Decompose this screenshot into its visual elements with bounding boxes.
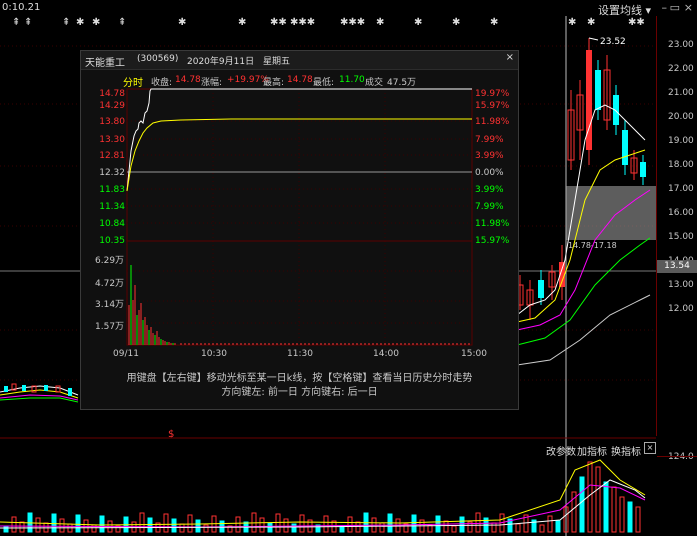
- svg-text:✱: ✱: [238, 17, 246, 28]
- params-button[interactable]: 改参数: [546, 443, 576, 458]
- price-axis-label: 15.00: [668, 232, 694, 242]
- volume-axis-tick: [657, 456, 697, 458]
- peak-label: 23.52: [600, 37, 626, 47]
- add-indicator-button[interactable]: 加指标: [577, 443, 607, 458]
- svg-text:✱: ✱: [587, 17, 595, 28]
- svg-text:✱: ✱: [490, 17, 498, 28]
- svg-text:✱: ✱: [76, 17, 84, 28]
- svg-text:✱: ✱: [452, 17, 460, 28]
- peak-pointer: [588, 37, 599, 41]
- event-markers: ⇞ ⇞ ⇞ ✱ ✱ ⇞ ✱ ✱ ✱✱ ✱✱✱ ✱✱✱ ✱ ✱ ✱ ✱ ✱ ✱ ✱✱: [12, 17, 645, 28]
- price-axis-label: 21.00: [668, 88, 694, 98]
- svg-text:⇞: ⇞: [24, 17, 32, 28]
- svg-text:⇞: ⇞: [12, 17, 20, 28]
- price-axis-label: 17.00: [668, 184, 694, 194]
- hint-line-2: 方向键左: 前一日 方向键右: 后一日: [221, 387, 378, 398]
- change-indicator-button[interactable]: 换指标: [611, 443, 641, 458]
- svg-text:✱: ✱: [568, 17, 576, 28]
- candles: [516, 38, 646, 320]
- price-axis: [656, 16, 697, 436]
- price-axis-label: 12.00: [668, 304, 694, 314]
- price-axis-label: 18.00: [668, 160, 694, 170]
- svg-text:✱✱✱: ✱✱✱: [340, 17, 365, 28]
- price-axis-label: 20.00: [668, 112, 694, 122]
- svg-text:✱: ✱: [178, 17, 186, 28]
- price-axis-label: 16.00: [668, 208, 694, 218]
- intraday-chart[interactable]: [81, 51, 518, 409]
- current-price-tag: 13.54: [657, 260, 697, 273]
- svg-text:✱: ✱: [414, 17, 422, 28]
- intraday-popup: 天能重工 (300569) 2020年9月11日 星期五 × 分时 收盘: 14…: [80, 50, 519, 410]
- range-highlight: [566, 186, 656, 240]
- svg-text:✱✱: ✱✱: [628, 17, 645, 28]
- svg-text:✱: ✱: [376, 17, 384, 28]
- svg-text:✱✱: ✱✱: [270, 17, 287, 28]
- price-line: [126, 88, 472, 192]
- svg-text:✱: ✱: [92, 17, 100, 28]
- price-axis-label: 22.00: [668, 64, 694, 74]
- price-axis-label: 13.00: [668, 280, 694, 290]
- svg-text:✱✱✱: ✱✱✱: [290, 17, 315, 28]
- hint-line-1: 用键盘【左右键】移动光标至某一日k线，按【空格键】查看当日历史分时走势: [126, 373, 473, 384]
- svg-text:⇞: ⇞: [118, 17, 126, 28]
- price-axis-label: 23.00: [668, 40, 694, 50]
- svg-text:⇞: ⇞: [62, 17, 70, 28]
- price-axis-label: 19.00: [668, 136, 694, 146]
- intraday-grid: [127, 89, 472, 345]
- close-indicator-button[interactable]: ×: [644, 442, 656, 454]
